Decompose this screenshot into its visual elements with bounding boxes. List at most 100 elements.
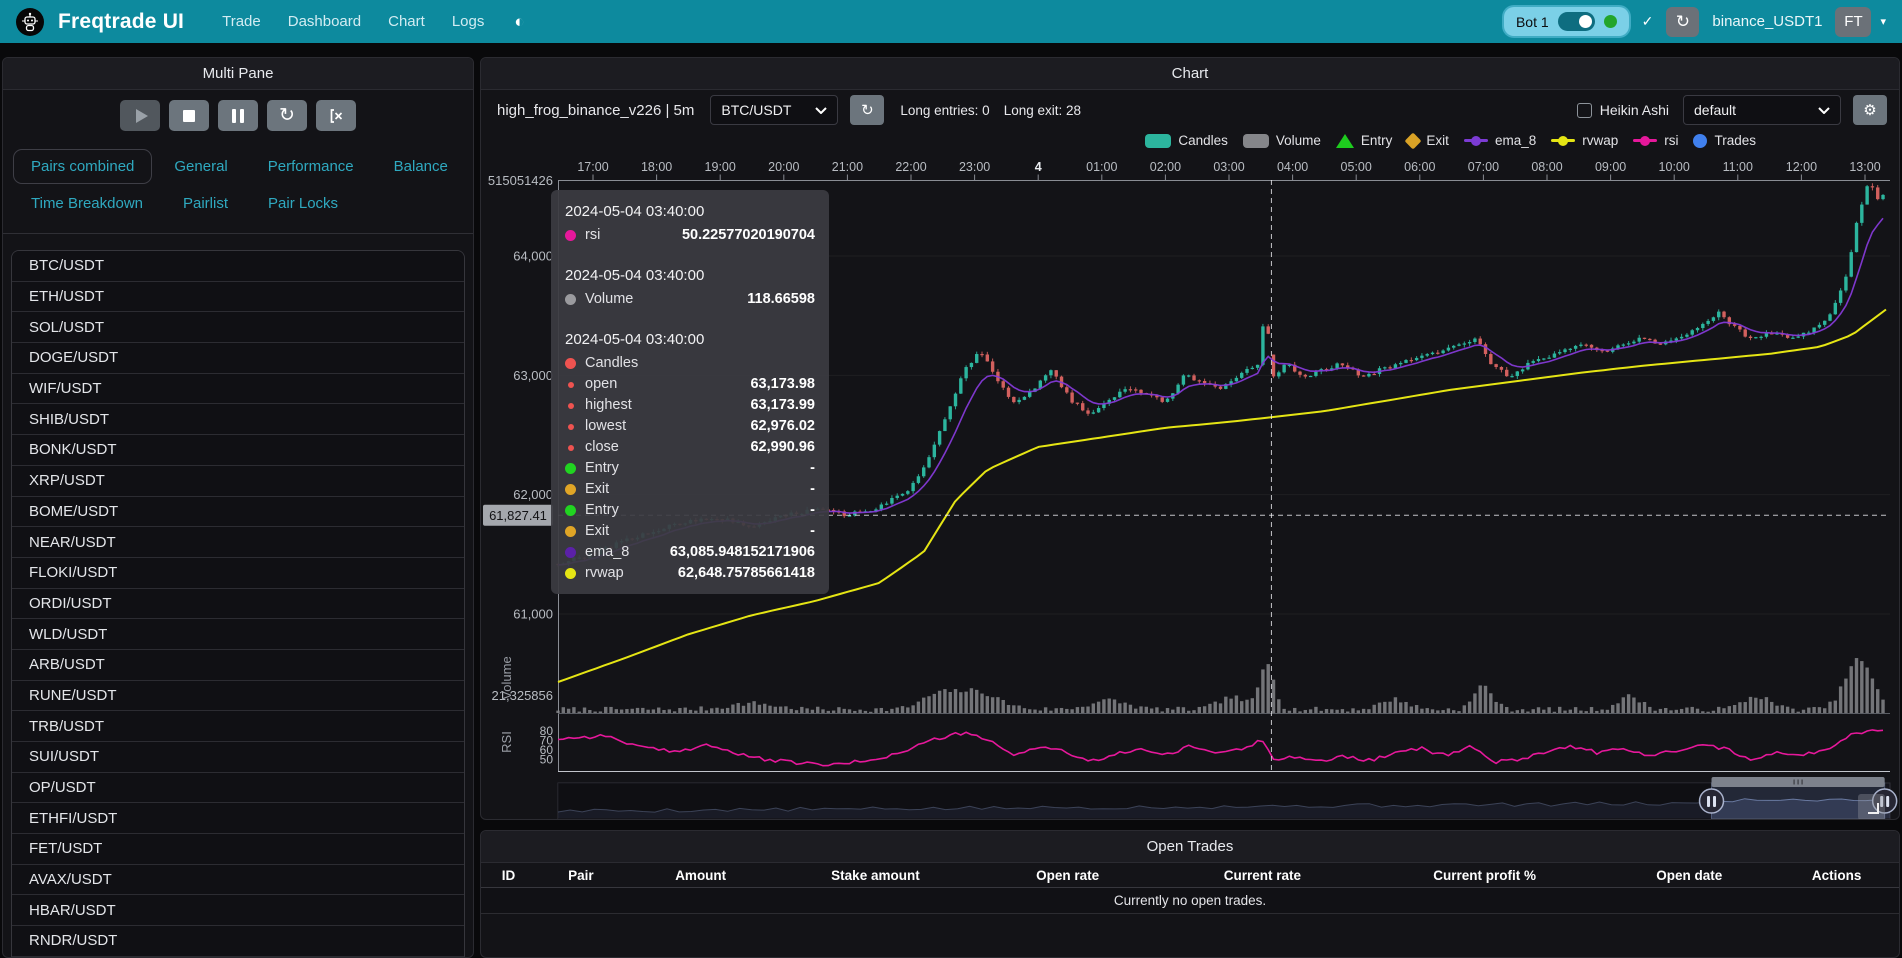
pair-row-trb[interactable]: TRB/USDT [12, 711, 464, 742]
tooltip-label: rsi [585, 225, 682, 246]
chart-tooltip: 2024-05-04 03:40:00rsi50.22577020190704 2… [551, 190, 829, 594]
user-avatar[interactable]: FT [1835, 7, 1871, 37]
tooltip-value: 118.66598 [747, 289, 815, 310]
start-bot-button[interactable] [120, 100, 160, 131]
tooltip-value: 63,173.99 [750, 395, 815, 416]
pair-row-shib[interactable]: SHIB/USDT [12, 404, 464, 435]
pair-row-arb[interactable]: ARB/USDT [12, 650, 464, 681]
svg-text:23:00: 23:00 [959, 160, 990, 174]
svg-text:02:00: 02:00 [1150, 160, 1181, 174]
gear-icon: ⚙ [1863, 101, 1876, 119]
tab-performance[interactable]: Performance [250, 149, 372, 184]
heikin-ashi-label: Heikin Ashi [1600, 102, 1669, 118]
stop-bot-button[interactable] [169, 100, 209, 131]
exit-marker-icon [1405, 132, 1422, 149]
nav-link-trade[interactable]: Trade [222, 13, 261, 30]
forced-exit-button[interactable] [316, 100, 356, 131]
chart-region: 17:0018:0019:0020:0021:0022:0023:00401:0… [481, 153, 1899, 819]
svg-text:18:00: 18:00 [641, 160, 672, 174]
legend-item-volume[interactable]: Volume [1243, 133, 1321, 148]
refresh-chart-button[interactable]: ↻ [850, 95, 884, 125]
user-menu-caret-icon[interactable]: ▾ [1880, 15, 1886, 28]
bot-enable-toggle[interactable] [1558, 12, 1595, 31]
pair-row-rune[interactable]: RUNE/USDT [12, 681, 464, 712]
pause-bot-button[interactable] [218, 100, 258, 131]
tooltip-value: 63,173.98 [750, 374, 815, 395]
pair-row-wld[interactable]: WLD/USDT [12, 619, 464, 650]
pair-row-btc[interactable]: BTC/USDT [12, 251, 464, 282]
heikin-ashi-checkbox[interactable] [1577, 103, 1592, 118]
check-icon: ✓ [1642, 13, 1654, 30]
tooltip-label: highest [585, 395, 750, 416]
rsi-marker-icon [1633, 139, 1657, 142]
pair-row-eth[interactable]: ETH/USDT [12, 282, 464, 313]
tab-pair-locks[interactable]: Pair Locks [250, 186, 356, 221]
pair-row-floki[interactable]: FLOKI/USDT [12, 558, 464, 589]
series-dot-icon [568, 403, 574, 409]
series-dot-icon [565, 484, 576, 495]
legend-item-candles[interactable]: Candles [1145, 133, 1228, 148]
nav-link-dashboard[interactable]: Dashboard [288, 13, 361, 30]
plot-settings-button[interactable]: ⚙ [1853, 95, 1887, 125]
chevron-down-icon [1818, 107, 1830, 114]
pair-row-rndr[interactable]: RNDR/USDT [12, 926, 464, 957]
legend-item-exit[interactable]: Exit [1407, 133, 1449, 148]
pair-row-fet[interactable]: FET/USDT [12, 834, 464, 865]
pair-row-doge[interactable]: DOGE/USDT [12, 343, 464, 374]
tooltip-row-rvwap: rvwap62,648.75785661418 [565, 563, 815, 584]
nav-link-chart[interactable]: Chart [388, 13, 425, 30]
reload-bot-button[interactable]: ↻ [1666, 7, 1699, 37]
column-header-pair: Pair [536, 868, 626, 883]
tooltip-value: 50.22577020190704 [682, 225, 815, 246]
theme-toggle-icon[interactable]: ◐ [514, 12, 524, 32]
column-header-current-rate: Current rate [1160, 868, 1365, 883]
long-exits-count: Long exit: 28 [1004, 103, 1081, 118]
series-dot-icon [565, 230, 576, 241]
pair-row-hbar[interactable]: HBAR/USDT [12, 895, 464, 926]
legend-item-rsi[interactable]: rsi [1633, 133, 1678, 148]
nav-link-logs[interactable]: Logs [452, 13, 485, 30]
pair-row-sol[interactable]: SOL/USDT [12, 312, 464, 343]
svg-text:13:00: 13:00 [1849, 160, 1880, 174]
column-header-amount: Amount [626, 868, 776, 883]
legend-item-entry[interactable]: Entry [1336, 133, 1393, 148]
legend-item-rvwap[interactable]: rvwap [1551, 133, 1618, 148]
tooltip-label: lowest [585, 416, 750, 437]
pair-row-bome[interactable]: BOME/USDT [12, 497, 464, 528]
pair-row-wif[interactable]: WIF/USDT [12, 374, 464, 405]
svg-text:03:00: 03:00 [1213, 160, 1244, 174]
pair-row-bonk[interactable]: BONK/USDT [12, 435, 464, 466]
stop-icon [183, 110, 195, 122]
legend-item-trades[interactable]: Trades [1693, 133, 1756, 148]
pair-row-op[interactable]: OP/USDT [12, 773, 464, 804]
tab-time-breakdown[interactable]: Time Breakdown [13, 186, 161, 221]
reload-config-button[interactable]: ↻ [267, 100, 307, 131]
plot-config-select[interactable]: default [1683, 95, 1841, 125]
pair-row-xrp[interactable]: XRP/USDT [12, 466, 464, 497]
tooltip-row-entry: Entry- [565, 500, 815, 521]
tooltip-row-volume: Volume118.66598 [565, 289, 815, 310]
tab-pairs-combined[interactable]: Pairs combined [13, 149, 152, 184]
bot-online-dot [1604, 15, 1617, 28]
legend-label: Exit [1426, 133, 1449, 148]
pair-row-ethfi[interactable]: ETHFI/USDT [12, 803, 464, 834]
tooltip-section: 2024-05-04 03:40:00rsi50.22577020190704 [565, 202, 815, 246]
tab-pairlist[interactable]: Pairlist [165, 186, 246, 221]
tab-balance[interactable]: Balance [376, 149, 466, 184]
pair-row-sui[interactable]: SUI/USDT [12, 742, 464, 773]
svg-text:06:00: 06:00 [1404, 160, 1435, 174]
svg-text:62,000: 62,000 [513, 487, 553, 502]
pair-row-near[interactable]: NEAR/USDT [12, 527, 464, 558]
svg-text:22:00: 22:00 [895, 160, 926, 174]
bot-selector[interactable]: Bot 1 [1504, 7, 1629, 36]
tooltip-section: 2024-05-04 03:40:00Volume118.66598 [565, 266, 815, 310]
legend-item-ema_8[interactable]: ema_8 [1464, 133, 1536, 148]
pair-row-ordi[interactable]: ORDI/USDT [12, 589, 464, 620]
tab-general[interactable]: General [156, 149, 245, 184]
pair-row-avax[interactable]: AVAX/USDT [12, 865, 464, 896]
svg-text:08:00: 08:00 [1531, 160, 1562, 174]
pair-select[interactable]: BTC/USDT [710, 95, 838, 125]
tooltip-row-open: open63,173.98 [565, 374, 815, 395]
open-trades-empty-message: Currently no open trades. [481, 888, 1899, 914]
multi-pane-panel: Multi Pane ↻ Pairs combinedGeneralPerfor… [2, 57, 474, 958]
